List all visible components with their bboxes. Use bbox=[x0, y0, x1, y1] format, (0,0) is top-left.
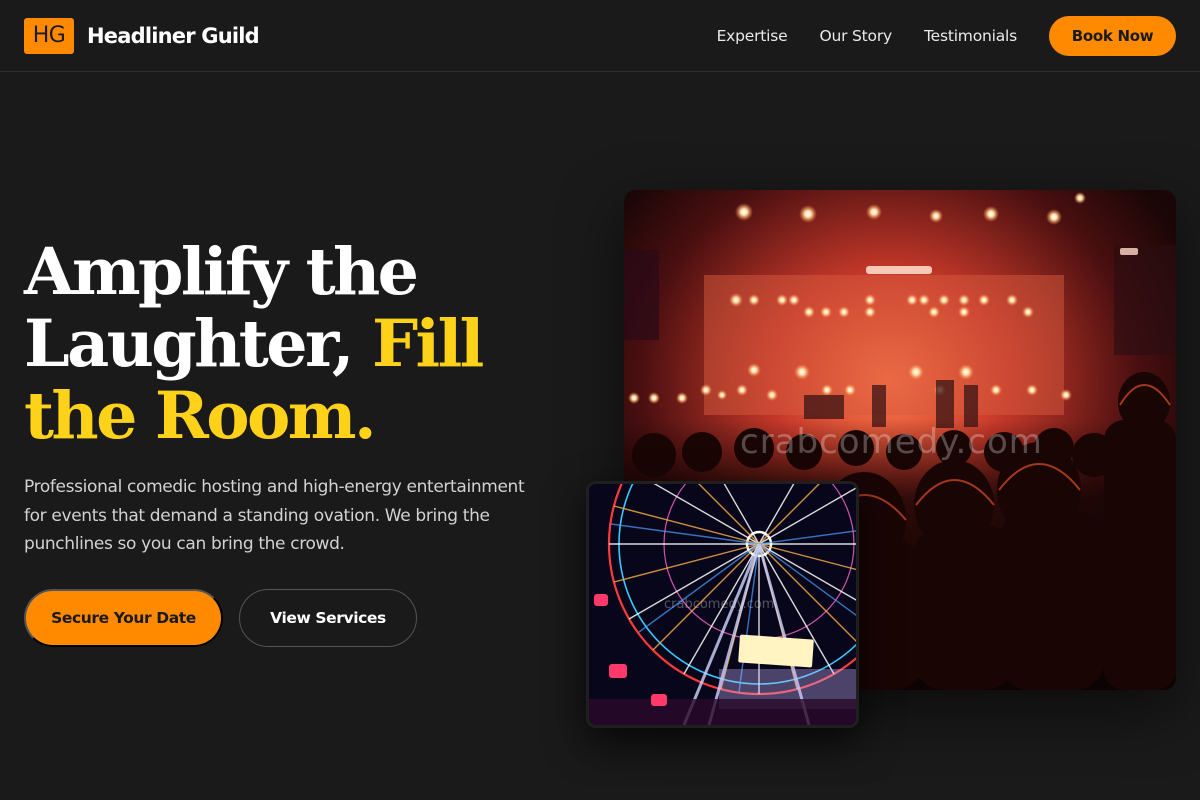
book-now-button[interactable]: Book Now bbox=[1049, 15, 1176, 56]
view-services-button[interactable]: View Services bbox=[239, 589, 417, 647]
main-nav: Expertise Our Story Testimonials Book No… bbox=[717, 15, 1176, 56]
ferris-wheel-illustration bbox=[589, 484, 856, 725]
nav-link-our-story[interactable]: Our Story bbox=[820, 27, 893, 45]
brand-name: Headliner Guild bbox=[87, 23, 260, 48]
hero-title-accent-room: the Room. bbox=[24, 378, 377, 454]
nav-link-expertise[interactable]: Expertise bbox=[717, 27, 788, 45]
hero-title: Amplify the Laughter, Fill the Room. bbox=[24, 236, 564, 452]
hero-subtitle: Professional comedic hosting and high-en… bbox=[24, 477, 525, 554]
ferris-wheel-image: crabcomedy.com bbox=[586, 481, 859, 728]
hero-title-line2: Laughter, bbox=[24, 306, 372, 382]
logo-mark: HG bbox=[24, 17, 74, 54]
brand[interactable]: HG Headliner Guild bbox=[24, 17, 260, 54]
nav-link-testimonials[interactable]: Testimonials bbox=[924, 27, 1017, 45]
secure-date-button[interactable]: Secure Your Date bbox=[24, 589, 223, 647]
landing-page: HG Headliner Guild Expertise Our Story T… bbox=[0, 0, 1200, 800]
site-header: HG Headliner Guild Expertise Our Story T… bbox=[0, 0, 1200, 72]
hero-title-line1: Amplify the bbox=[24, 234, 419, 310]
hero-title-accent-fill: Fill bbox=[371, 306, 484, 382]
